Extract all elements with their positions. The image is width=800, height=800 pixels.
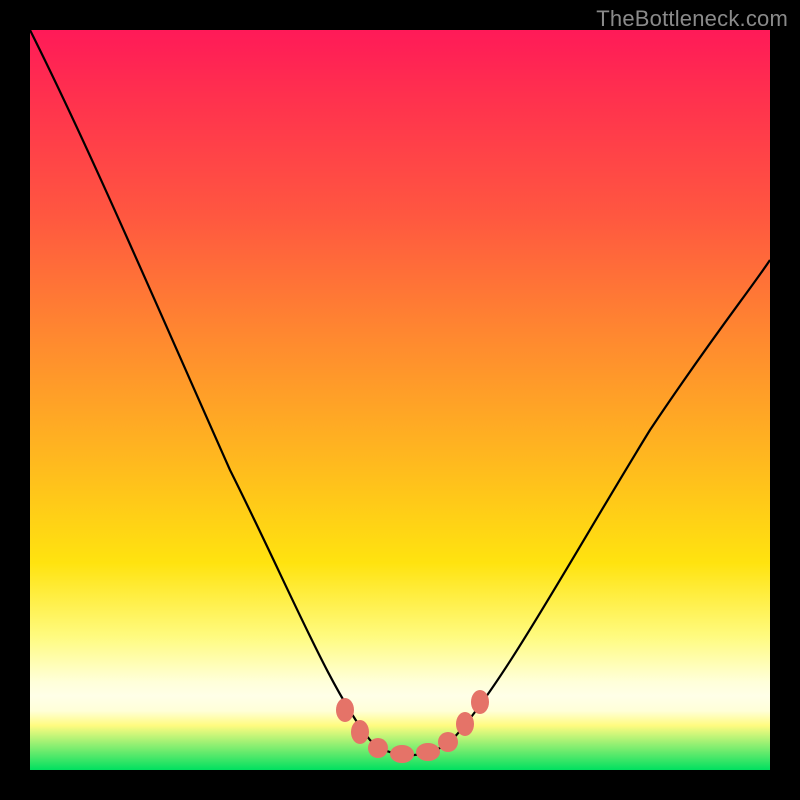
curve-layer <box>30 30 770 770</box>
trough-markers <box>336 690 489 763</box>
watermark-text: TheBottleneck.com <box>596 6 788 32</box>
chart-frame: TheBottleneck.com <box>0 0 800 800</box>
plot-area <box>30 30 770 770</box>
bottleneck-curve <box>30 30 770 755</box>
